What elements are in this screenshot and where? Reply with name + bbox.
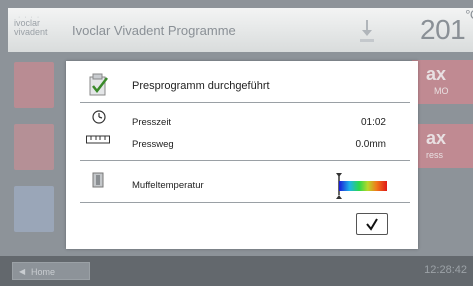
home-button-label: Home xyxy=(31,267,56,277)
header-bar: · · · · ivoclar vivadent Ivoclar Vivaden… xyxy=(8,7,473,52)
clock: 12:28:42 xyxy=(424,264,467,276)
program-tile[interactable] xyxy=(14,62,54,108)
header-title: Ivoclar Vivadent Programme xyxy=(72,23,236,38)
gauge-marker-bottom xyxy=(336,195,342,199)
program-button-emax-press[interactable]: ax ress xyxy=(412,124,473,168)
checkmark-icon xyxy=(366,218,378,231)
logo-line2: vivadent xyxy=(14,27,48,37)
press-complete-dialog: Presprogramm durchgeführt Presszeit 01:0… xyxy=(66,61,418,249)
divider xyxy=(80,202,410,203)
program-button-main: ax xyxy=(426,128,447,148)
home-button[interactable]: ◀ Home xyxy=(12,262,90,280)
ivoclar-logo: · · · · ivoclar vivadent xyxy=(14,14,66,41)
muffle-temperature-label: Muffeltemperatur xyxy=(132,180,204,191)
back-arrow-icon: ◀ xyxy=(19,267,26,276)
footer-bar: ◀ Home 12:28:42 xyxy=(0,256,473,286)
divider xyxy=(80,160,410,161)
muffle-temperature-gauge xyxy=(336,173,387,199)
program-button-sub: MO xyxy=(434,86,449,96)
program-button-emax-mo[interactable]: ax MO xyxy=(412,60,473,104)
furnace-temperature: 201°C xyxy=(420,7,473,46)
app-window: · · · · ivoclar vivadent Ivoclar Vivaden… xyxy=(0,0,473,286)
program-button-sub: ress xyxy=(426,150,444,160)
temperature-unit: °C xyxy=(465,6,473,22)
clock-icon xyxy=(92,110,106,124)
press-path-label: Pressweg xyxy=(132,139,174,150)
press-status-icon xyxy=(360,20,374,42)
press-time-value: 01:02 xyxy=(360,117,386,128)
program-complete-icon xyxy=(89,73,108,96)
divider xyxy=(80,102,410,103)
dialog-title: Presprogramm durchgeführt xyxy=(132,80,270,92)
press-time-label: Presszeit xyxy=(132,117,172,128)
press-path-value: 0.0mm xyxy=(355,139,386,150)
program-tile[interactable] xyxy=(14,186,54,232)
ruler-icon xyxy=(86,135,110,144)
program-tile[interactable] xyxy=(14,124,54,170)
thermometer-icon xyxy=(92,172,104,188)
program-button-main: ax xyxy=(426,64,447,84)
confirm-button[interactable] xyxy=(356,213,388,235)
temperature-value: 201 xyxy=(420,14,466,45)
